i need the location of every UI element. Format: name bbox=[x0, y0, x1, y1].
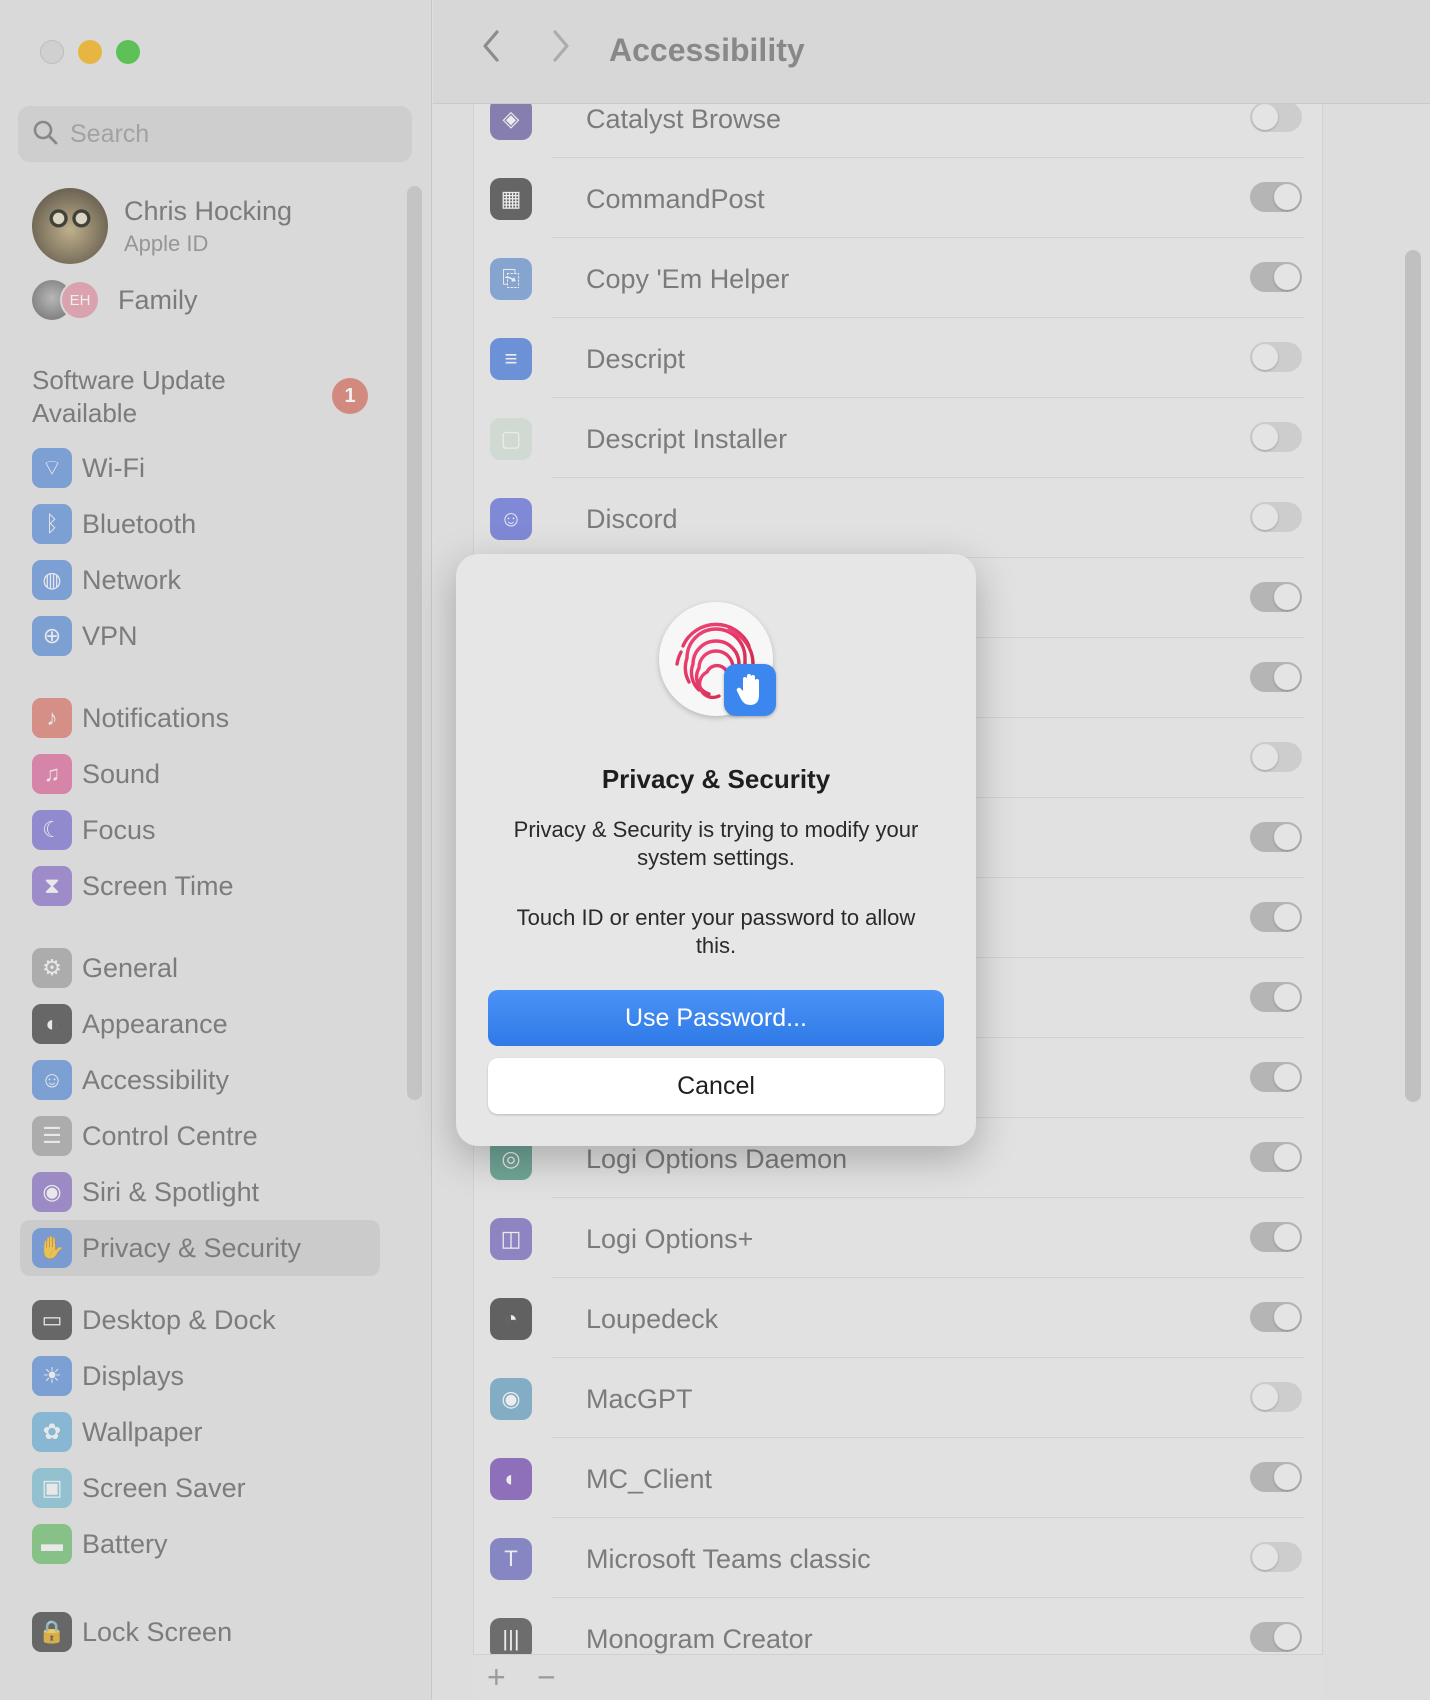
system-settings-window: Chris Hocking Apple ID EH Family Softwar… bbox=[0, 0, 1430, 1700]
use-password-button[interactable]: Use Password... bbox=[488, 990, 944, 1046]
hand-icon bbox=[724, 664, 776, 716]
dialog-prompt: Touch ID or enter your password to allow… bbox=[516, 905, 916, 958]
dialog-message: Privacy & Security is trying to modify y… bbox=[513, 817, 919, 870]
dialog-title: Privacy & Security bbox=[601, 764, 831, 794]
cancel-button[interactable]: Cancel bbox=[488, 1058, 944, 1114]
authentication-dialog: Privacy & Security Privacy & Security is… bbox=[456, 554, 976, 1146]
